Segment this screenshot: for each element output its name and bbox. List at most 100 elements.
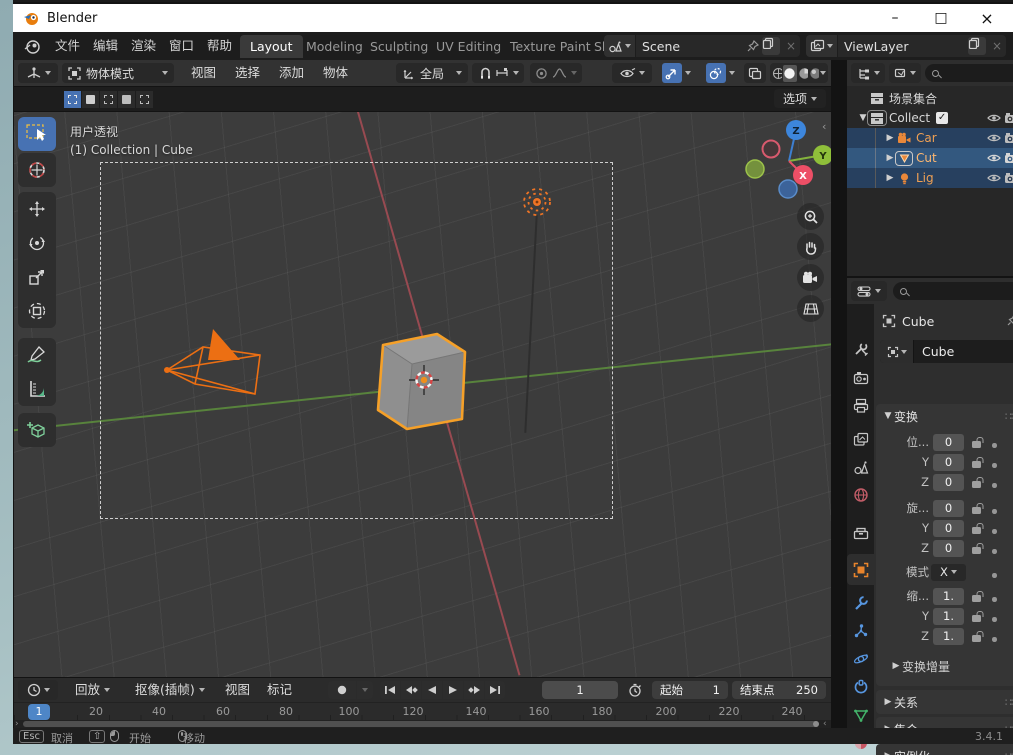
select-mode-extend-button[interactable] [82, 91, 99, 108]
new-scene-button[interactable] [762, 37, 780, 55]
pan-button[interactable] [797, 233, 824, 260]
disable-render-camera-icon[interactable] [1004, 152, 1013, 164]
viewlayer-name[interactable]: ViewLayer [838, 39, 966, 54]
lock-icon[interactable] [972, 615, 981, 622]
hide-eye-icon[interactable] [986, 172, 1002, 184]
disable-render-camera-icon[interactable] [1004, 172, 1013, 184]
viewport-menu-select[interactable]: 选择 [230, 64, 265, 82]
editor-type-button[interactable] [18, 63, 58, 83]
object-name-field[interactable]: Cube [880, 340, 1013, 363]
outliner-filter-button[interactable] [889, 63, 921, 83]
animate-dot-icon[interactable] [992, 443, 997, 448]
minimize-button[interactable]: – [875, 4, 915, 32]
menu-render[interactable]: 渲染 [125, 37, 162, 55]
animate-dot-icon[interactable] [992, 637, 997, 642]
object-name-value[interactable]: Cube [914, 344, 954, 359]
disclosure-closed-icon[interactable]: ▶ [884, 133, 896, 143]
outliner-search-input[interactable] [925, 64, 1013, 82]
gizmo-axis-y-negative[interactable] [745, 159, 765, 179]
panel-grip-icon[interactable]: ∷∷ [1005, 696, 1013, 709]
scale-z-field[interactable]: 1. [933, 627, 964, 645]
timeline-menu-view[interactable]: 视图 [220, 681, 255, 699]
light-object[interactable] [519, 184, 555, 220]
shading-rendered-icon[interactable] [809, 67, 820, 80]
outliner-camera-row[interactable]: ▶ Car [847, 128, 1013, 148]
tool-transform[interactable] [18, 294, 56, 328]
animate-dot-icon[interactable] [992, 597, 997, 602]
shading-material-icon[interactable] [798, 67, 808, 80]
breadcrumb-object-name[interactable]: Cube [902, 314, 934, 329]
next-keyframe-button[interactable] [464, 681, 484, 699]
play-button[interactable] [443, 681, 463, 699]
overlays-toggle[interactable] [700, 63, 740, 83]
tab-particles[interactable] [847, 618, 874, 644]
prev-keyframe-button[interactable] [401, 681, 421, 699]
animate-dot-icon[interactable] [992, 529, 997, 534]
tab-output[interactable] [847, 392, 874, 418]
mode-selector[interactable]: 物体模式 [62, 63, 174, 83]
rotation-z-field[interactable]: 0 [933, 539, 964, 557]
timeline-menu-markers[interactable]: 标记 [262, 681, 297, 699]
lock-icon[interactable] [972, 547, 981, 554]
orthographic-toggle-button[interactable] [797, 295, 824, 322]
outliner-scene-collection-row[interactable]: 场景集合 [847, 88, 1013, 108]
maximize-button[interactable]: □ [921, 4, 961, 32]
viewlayer-browse-button[interactable] [806, 35, 838, 57]
keying-set-dropdown[interactable] [357, 681, 373, 699]
scale-x-field[interactable]: 1. [933, 587, 964, 605]
blender-menu-icon[interactable] [23, 39, 41, 55]
select-mode-intersect-button[interactable] [136, 91, 153, 108]
tool-move[interactable] [18, 192, 56, 226]
outliner-editor-type-button[interactable] [851, 63, 885, 83]
outliner-light-row[interactable]: ▶ Lig [847, 168, 1013, 188]
tool-scale[interactable] [18, 260, 56, 294]
tab-view-layer[interactable] [847, 426, 874, 452]
disclosure-closed-icon[interactable]: ▶ [884, 173, 896, 183]
lock-icon[interactable] [972, 441, 981, 448]
menu-window[interactable]: 窗口 [163, 37, 200, 55]
animate-dot-icon[interactable] [992, 463, 997, 468]
scene-name[interactable]: Scene [636, 39, 746, 54]
select-mode-invert-button[interactable] [118, 91, 135, 108]
tab-collection[interactable] [847, 520, 874, 546]
select-mode-subtract-button[interactable] [100, 91, 117, 108]
delta-transform-subpanel[interactable]: ▶ 变换增量 [876, 656, 1013, 676]
xray-toggle[interactable] [744, 63, 766, 83]
play-reverse-button[interactable] [422, 681, 442, 699]
scroll-right-arrow[interactable]: ‹ [823, 720, 827, 729]
close-button[interactable]: × [967, 4, 1007, 32]
tab-scene[interactable] [847, 454, 874, 480]
camera-object[interactable] [145, 322, 275, 412]
use-preview-range-button[interactable] [624, 681, 646, 699]
scene-collection-label[interactable]: 场景集合 [889, 90, 937, 107]
current-frame-field[interactable]: 1 [542, 681, 618, 699]
animate-dot-icon[interactable] [992, 483, 997, 488]
lock-icon[interactable] [972, 635, 981, 642]
viewlayer-selector[interactable]: ViewLayer × [806, 35, 1006, 57]
gizmo-axis-z-negative[interactable] [778, 179, 798, 199]
viewport-3d[interactable]: 用户透视 (1) Collection | Cube Z Y X ‹ [14, 112, 831, 677]
instancing-panel[interactable]: ▶实例化 ∷∷ [876, 744, 1013, 755]
tool-select-box[interactable] [18, 117, 56, 151]
sidebar-collapse-arrow[interactable]: ‹ [822, 120, 826, 133]
menu-file[interactable]: 文件 [49, 37, 86, 55]
outliner-cube-row[interactable]: ▶ Cut [847, 148, 1013, 168]
animate-dot-icon[interactable] [992, 617, 997, 622]
animate-dot-icon[interactable] [992, 509, 997, 514]
panel-grip-icon[interactable]: ∷∷ [1005, 410, 1013, 423]
remove-viewlayer-button[interactable]: × [988, 39, 1006, 53]
current-frame-marker[interactable]: 1 [28, 704, 50, 720]
panel-grip-icon[interactable]: ∷∷ [1005, 750, 1013, 755]
object-id-browse-button[interactable] [880, 340, 914, 363]
camera-object-label[interactable]: Car [916, 131, 937, 145]
timeline-menu-keying[interactable]: 抠像(插帧) [130, 681, 210, 699]
rotation-mode-dropdown[interactable]: X [931, 563, 966, 581]
properties-editor-type-button[interactable] [851, 281, 887, 301]
disclosure-open-icon[interactable]: ▼ [857, 113, 869, 123]
viewport-menu-add[interactable]: 添加 [274, 64, 309, 82]
disclosure-closed-icon[interactable]: ▶ [884, 153, 896, 163]
navigation-gizmo[interactable]: Z Y X [740, 115, 831, 207]
animate-dot-icon[interactable] [992, 549, 997, 554]
proportional-editing-controls[interactable] [530, 63, 582, 83]
workspace-tab-uv-editing[interactable]: UV Editing [426, 35, 511, 58]
